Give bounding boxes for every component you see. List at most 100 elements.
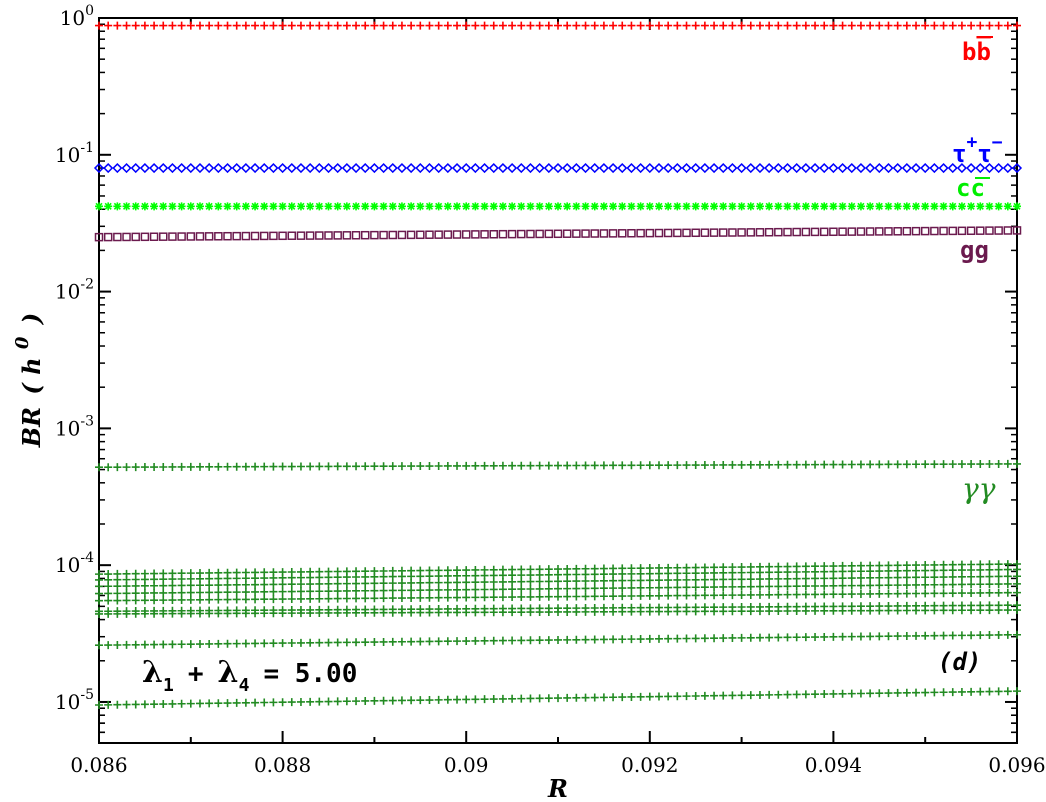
point-gg <box>553 229 563 239</box>
point-bb <box>728 21 737 30</box>
point-minor7 <box>508 608 517 617</box>
point-gg <box>783 227 792 237</box>
point-minor9 <box>1013 687 1021 696</box>
point-gg <box>287 231 297 240</box>
point-minor3 <box>425 578 434 587</box>
point-minor9 <box>664 692 673 701</box>
point-tautau <box>213 162 224 174</box>
point-minor8 <box>719 634 728 643</box>
point-minor8 <box>168 640 177 649</box>
point-gammagamma <box>627 461 636 470</box>
point-minor5 <box>801 590 810 599</box>
point-minor3 <box>177 581 186 590</box>
point-cc <box>480 202 489 211</box>
point-minor7 <box>847 606 856 615</box>
point-minor8 <box>765 633 774 642</box>
point-bb <box>278 21 287 30</box>
y-axis-title: BR ( h 0 ) <box>12 313 46 448</box>
point-cc <box>893 202 902 211</box>
point-gammagamma <box>1003 459 1012 468</box>
point-minor3 <box>765 574 774 583</box>
point-minor7 <box>563 607 572 616</box>
point-cc <box>921 202 930 211</box>
point-bb <box>287 21 296 30</box>
point-bb <box>95 21 103 30</box>
point-minor5 <box>388 594 397 603</box>
point-cc <box>104 202 113 211</box>
point-tautau <box>406 162 417 174</box>
label-tautau-a: τ <box>952 140 966 168</box>
point-minor7 <box>967 606 976 615</box>
series-cc <box>95 202 1021 211</box>
point-tautau <box>415 162 426 174</box>
point-minor5 <box>241 595 250 604</box>
point-minor5 <box>508 593 517 602</box>
point-minor9 <box>554 694 562 703</box>
point-minor7 <box>654 607 663 616</box>
point-minor5 <box>489 593 498 602</box>
point-minor8 <box>315 638 324 647</box>
point-minor9 <box>636 692 645 701</box>
point-gammagamma <box>636 461 645 470</box>
point-cc <box>957 202 966 211</box>
point-cc <box>517 202 526 211</box>
point-minor4 <box>985 580 994 589</box>
data-markers <box>93 21 1023 710</box>
point-minor5 <box>122 596 131 605</box>
point-gg <box>168 232 177 241</box>
point-minor8 <box>370 638 379 647</box>
point-cc <box>122 202 131 211</box>
point-minor7 <box>820 606 829 615</box>
point-bb <box>416 21 425 30</box>
point-minor4 <box>260 587 269 596</box>
point-minor3 <box>838 574 847 583</box>
point-cc <box>379 202 388 211</box>
point-cc <box>710 202 719 211</box>
point-minor9 <box>737 691 746 700</box>
point-gammagamma <box>122 463 131 472</box>
point-minor8 <box>921 631 930 640</box>
point-minor5 <box>425 593 434 602</box>
point-minor5 <box>921 589 930 598</box>
point-bb <box>306 21 315 30</box>
point-minor9 <box>948 688 957 697</box>
point-minor9 <box>829 689 838 698</box>
y-axis-title-symbol: h <box>17 357 46 374</box>
point-minor8 <box>150 640 159 649</box>
point-minor8 <box>425 637 434 646</box>
point-cc <box>223 202 232 211</box>
point-minor8 <box>645 634 654 643</box>
point-cc <box>609 202 618 211</box>
point-minor9 <box>719 691 728 700</box>
point-minor9 <box>902 688 911 697</box>
point-minor4 <box>1003 579 1012 588</box>
point-minor8 <box>205 639 214 648</box>
point-minor7 <box>581 607 590 616</box>
lambda-equals-value: = 5.00 <box>263 659 357 689</box>
point-minor3 <box>957 572 966 581</box>
point-bb <box>627 21 636 30</box>
point-tautau <box>158 162 169 174</box>
point-gg <box>214 232 223 241</box>
point-gammagamma <box>407 462 416 471</box>
point-minor9 <box>453 695 462 704</box>
point-minor4 <box>416 586 425 595</box>
point-gg <box>452 230 462 239</box>
point-minor7 <box>866 606 875 615</box>
point-minor5 <box>186 595 195 604</box>
point-minor8 <box>453 637 462 646</box>
point-gg <box>131 232 140 242</box>
point-minor3 <box>645 576 654 585</box>
point-minor8 <box>1003 630 1012 639</box>
point-tautau <box>277 162 288 174</box>
point-gammagamma <box>737 460 746 469</box>
point-gg <box>360 230 370 240</box>
point-tautau <box>240 162 251 174</box>
point-gammagamma <box>728 460 737 469</box>
point-minor4 <box>700 583 709 592</box>
point-gammagamma <box>186 462 195 471</box>
point-gammagamma <box>260 462 269 471</box>
point-tautau <box>846 162 857 174</box>
point-minor8 <box>498 636 507 645</box>
point-bb <box>930 21 939 30</box>
